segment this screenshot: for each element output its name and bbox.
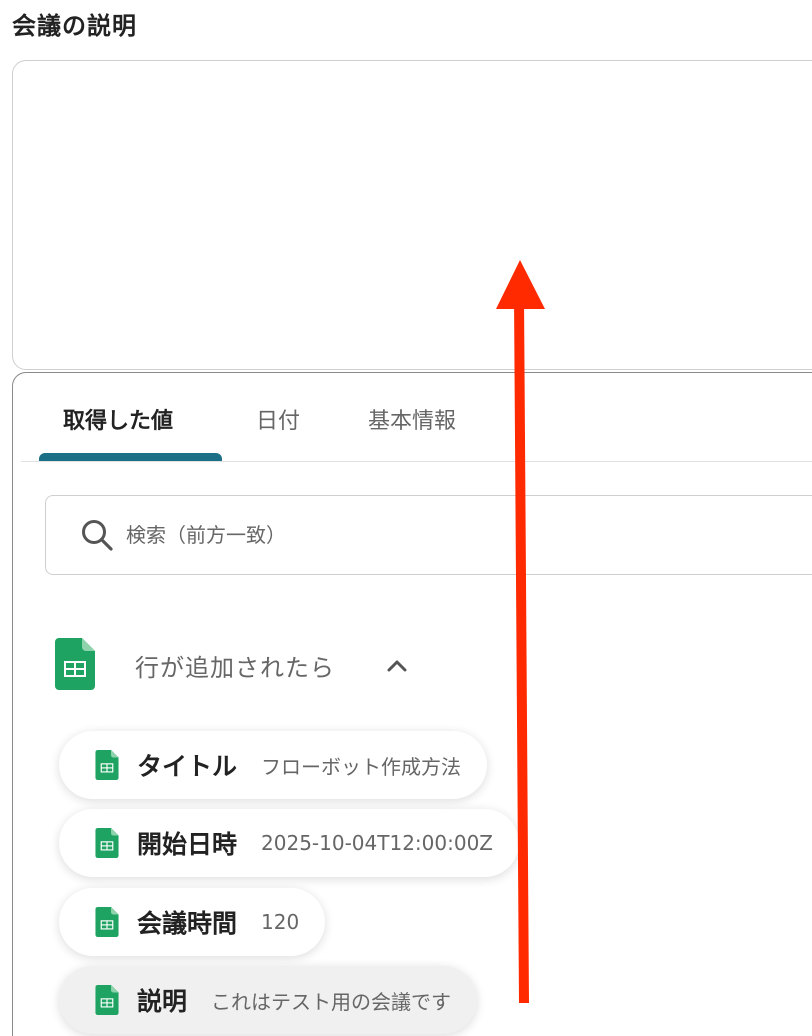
value-item-value: 2025-10-04T12:00:00Z — [261, 831, 493, 855]
value-item-value: これはテスト用の会議です — [211, 989, 452, 1014]
search-box[interactable] — [45, 495, 812, 575]
tab-retrieved-values[interactable]: 取得した値 — [63, 403, 173, 435]
trigger-section-header[interactable]: 行が追加されたら — [55, 638, 475, 694]
tab-bar: 取得した値 日付 基本情報 — [21, 373, 812, 462]
value-item-description[interactable]: 説明 これはテスト用の会議です — [59, 966, 478, 1034]
value-item-start-datetime[interactable]: 開始日時 2025-10-04T12:00:00Z — [59, 809, 519, 877]
value-item-name: タイトル — [137, 752, 238, 781]
value-item-name: 説明 — [137, 987, 188, 1016]
value-item-title[interactable]: タイトル フローボット作成方法 — [59, 731, 488, 799]
google-sheets-icon — [55, 638, 95, 690]
value-item-name: 会議時間 — [137, 909, 238, 938]
tab-basic-info[interactable]: 基本情報 — [368, 403, 456, 435]
trigger-section-title: 行が追加されたら — [135, 654, 335, 682]
value-item-value: 120 — [261, 910, 300, 934]
value-item-meeting-duration[interactable]: 会議時間 120 — [59, 888, 326, 956]
google-sheets-icon — [95, 985, 119, 1015]
google-sheets-icon — [95, 907, 119, 937]
page: 会議の説明 取得した値 日付 基本情報 検索（前方一致） 行が追加されたら タイ… — [0, 0, 812, 1036]
meeting-description-label: 会議の説明 — [12, 12, 137, 40]
google-sheets-icon — [95, 750, 119, 780]
chevron-up-icon[interactable] — [385, 654, 409, 678]
google-sheets-icon — [95, 828, 119, 858]
active-tab-indicator — [39, 453, 222, 461]
meeting-description-input[interactable] — [12, 60, 812, 370]
search-input[interactable] — [124, 514, 728, 556]
value-item-name: 開始日時 — [137, 830, 238, 859]
value-item-value: フローボット作成方法 — [261, 754, 462, 779]
tab-date[interactable]: 日付 — [256, 403, 300, 435]
value-picker-popup: 取得した値 日付 基本情報 行が追加されたら — [12, 372, 812, 1036]
search-icon — [82, 520, 113, 551]
